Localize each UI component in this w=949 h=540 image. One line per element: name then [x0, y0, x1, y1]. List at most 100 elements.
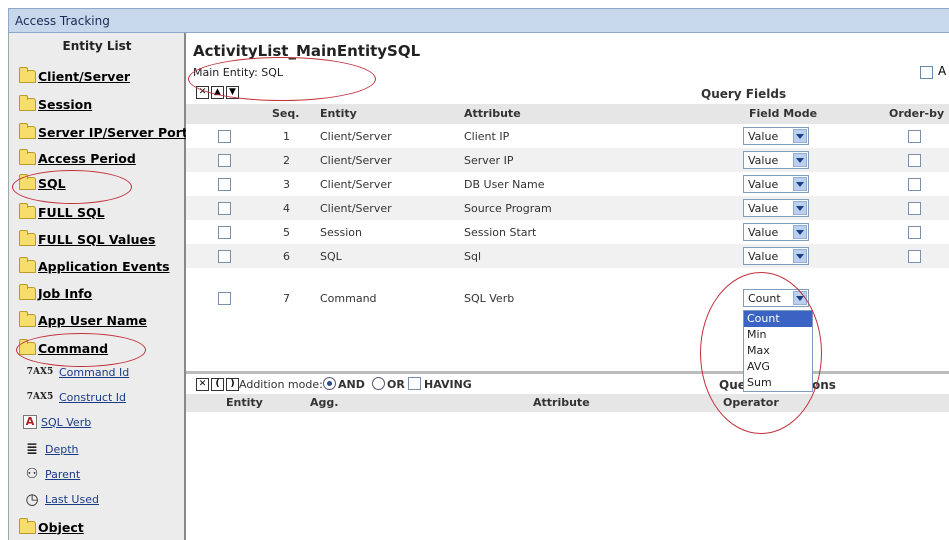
- folder-icon: [19, 122, 36, 139]
- dropdown-option-avg[interactable]: AVG: [744, 359, 812, 375]
- chevron-down-icon[interactable]: [793, 225, 807, 239]
- close-paren-icon[interactable]: ): [226, 378, 239, 391]
- chevron-down-icon[interactable]: [793, 201, 807, 215]
- order-by-checkbox[interactable]: [908, 178, 921, 191]
- col-field-mode: Field Mode: [749, 107, 818, 120]
- field-parent[interactable]: ⚇ Parent: [23, 465, 81, 483]
- col-seq: Seq.: [272, 107, 300, 120]
- entity-command[interactable]: Command: [19, 338, 108, 358]
- table-row: 2 Client/Server Server IP Value: [186, 148, 949, 172]
- folder-icon: [19, 148, 36, 165]
- entity-access-period[interactable]: Access Period: [19, 148, 136, 168]
- col-operator: Operator: [723, 396, 779, 409]
- top-right-label: A: [938, 64, 947, 78]
- page-title: ActivityList_MainEntitySQL: [193, 42, 421, 60]
- field-mode-select[interactable]: Value: [743, 247, 809, 265]
- entity-full-sql-values[interactable]: FULL SQL Values: [19, 229, 155, 249]
- dropdown-option-min[interactable]: Min: [744, 327, 812, 343]
- table-row: 5 Session Session Start Value: [186, 220, 949, 244]
- chevron-down-icon[interactable]: [793, 291, 807, 305]
- window-title: Access Tracking: [15, 14, 110, 28]
- entity-server-ip[interactable]: Server IP/Server Port: [19, 122, 188, 142]
- table-row: 1 Client/Server Client IP Value: [186, 124, 949, 148]
- folder-icon: [19, 310, 36, 327]
- row-checkbox[interactable]: [218, 130, 231, 143]
- col-agg: Agg.: [310, 396, 339, 409]
- order-by-checkbox[interactable]: [908, 226, 921, 239]
- table-row: 6 SQL Sql Value: [186, 244, 949, 268]
- having-checkbox[interactable]: [408, 377, 421, 390]
- col-attribute: Attribute: [464, 107, 521, 120]
- entity-sql[interactable]: SQL: [19, 173, 66, 193]
- entity-client-server[interactable]: Client/Server: [19, 66, 130, 86]
- field-mode-select[interactable]: Value: [743, 151, 809, 169]
- entity-session[interactable]: Session: [19, 94, 92, 114]
- text-field-icon: A: [23, 415, 37, 429]
- table-row: 7 Command SQL Verb Count: [186, 286, 949, 310]
- order-by-checkbox[interactable]: [908, 250, 921, 263]
- field-last-used[interactable]: ◷ Last Used: [23, 490, 99, 508]
- folder-icon: [19, 66, 36, 83]
- move-down-icon[interactable]: ▼: [226, 86, 239, 99]
- entity-app-user-name[interactable]: App User Name: [19, 310, 147, 330]
- folder-icon: [19, 517, 36, 534]
- chevron-down-icon[interactable]: [793, 129, 807, 143]
- row-checkbox[interactable]: [218, 226, 231, 239]
- and-label: AND: [338, 378, 365, 391]
- row-checkbox[interactable]: [218, 250, 231, 263]
- dropdown-option-max[interactable]: Max: [744, 343, 812, 359]
- col-cond-attribute: Attribute: [533, 396, 590, 409]
- entity-full-sql[interactable]: FULL SQL: [19, 202, 105, 222]
- dropdown-option-count[interactable]: Count: [744, 311, 812, 327]
- field-mode-select[interactable]: Value: [743, 223, 809, 241]
- query-builder-main: ActivityList_MainEntitySQL Main Entity: …: [186, 33, 949, 540]
- entity-list-header: Entity List: [62, 39, 132, 53]
- folder-open-icon: [19, 338, 36, 355]
- chevron-down-icon[interactable]: [793, 177, 807, 191]
- field-construct-id[interactable]: 7AX5 Construct Id: [23, 388, 126, 406]
- entity-job-info[interactable]: Job Info: [19, 283, 92, 303]
- or-label: OR: [387, 378, 405, 391]
- order-by-checkbox[interactable]: [908, 130, 921, 143]
- open-paren-icon[interactable]: (: [211, 378, 224, 391]
- chevron-down-icon[interactable]: [793, 249, 807, 263]
- field-sql-verb[interactable]: A SQL Verb: [23, 413, 91, 431]
- depth-icon: ≣: [26, 441, 38, 457]
- field-mode-select[interactable]: Value: [743, 127, 809, 145]
- conditions-header: Entity Agg. Attribute Operator: [186, 394, 949, 412]
- or-radio[interactable]: [372, 377, 385, 390]
- field-mode-select-open[interactable]: Count: [743, 289, 809, 307]
- field-mode-select[interactable]: Value: [743, 175, 809, 193]
- field-mode-dropdown[interactable]: Count Min Max AVG Sum: [743, 310, 813, 392]
- move-up-icon[interactable]: ▲: [211, 86, 224, 99]
- order-by-checkbox[interactable]: [908, 154, 921, 167]
- top-right-checkbox[interactable]: [920, 66, 933, 79]
- numeric-field-icon: 7AX5: [26, 392, 54, 402]
- field-depth[interactable]: ≣ Depth: [23, 440, 78, 458]
- main-entity-label: Main Entity: SQL: [193, 66, 284, 79]
- query-toolbar: ✕ ▲ ▼: [196, 86, 239, 99]
- conditions-toolbar: ✕ ( ) Addition mode: AND OR HAVING Query…: [186, 374, 949, 394]
- entity-list-sidebar: Entity List Client/Server Session Server…: [8, 33, 188, 540]
- entity-application-events[interactable]: Application Events: [19, 256, 170, 276]
- table-row: 4 Client/Server Source Program Value: [186, 196, 949, 220]
- folder-icon: [19, 283, 36, 300]
- folder-icon: [19, 202, 36, 219]
- order-by-checkbox[interactable]: [908, 202, 921, 215]
- row-checkbox[interactable]: [218, 202, 231, 215]
- parent-icon: ⚇: [25, 466, 39, 482]
- field-command-id[interactable]: 7AX5 Command Id: [23, 363, 130, 381]
- dropdown-option-sum[interactable]: Sum: [744, 375, 812, 391]
- query-fields-header: Seq. Entity Attribute Field Mode Order-b…: [186, 104, 949, 124]
- row-checkbox[interactable]: [218, 178, 231, 191]
- numeric-field-icon: 7AX5: [26, 367, 54, 377]
- delete-icon[interactable]: ✕: [196, 86, 209, 99]
- clock-icon: ◷: [25, 490, 39, 508]
- chevron-down-icon[interactable]: [793, 153, 807, 167]
- field-mode-select[interactable]: Value: [743, 199, 809, 217]
- and-radio[interactable]: [323, 377, 336, 390]
- row-checkbox[interactable]: [218, 292, 231, 305]
- delete-icon[interactable]: ✕: [196, 378, 209, 391]
- row-checkbox[interactable]: [218, 154, 231, 167]
- entity-object[interactable]: Object: [19, 517, 84, 537]
